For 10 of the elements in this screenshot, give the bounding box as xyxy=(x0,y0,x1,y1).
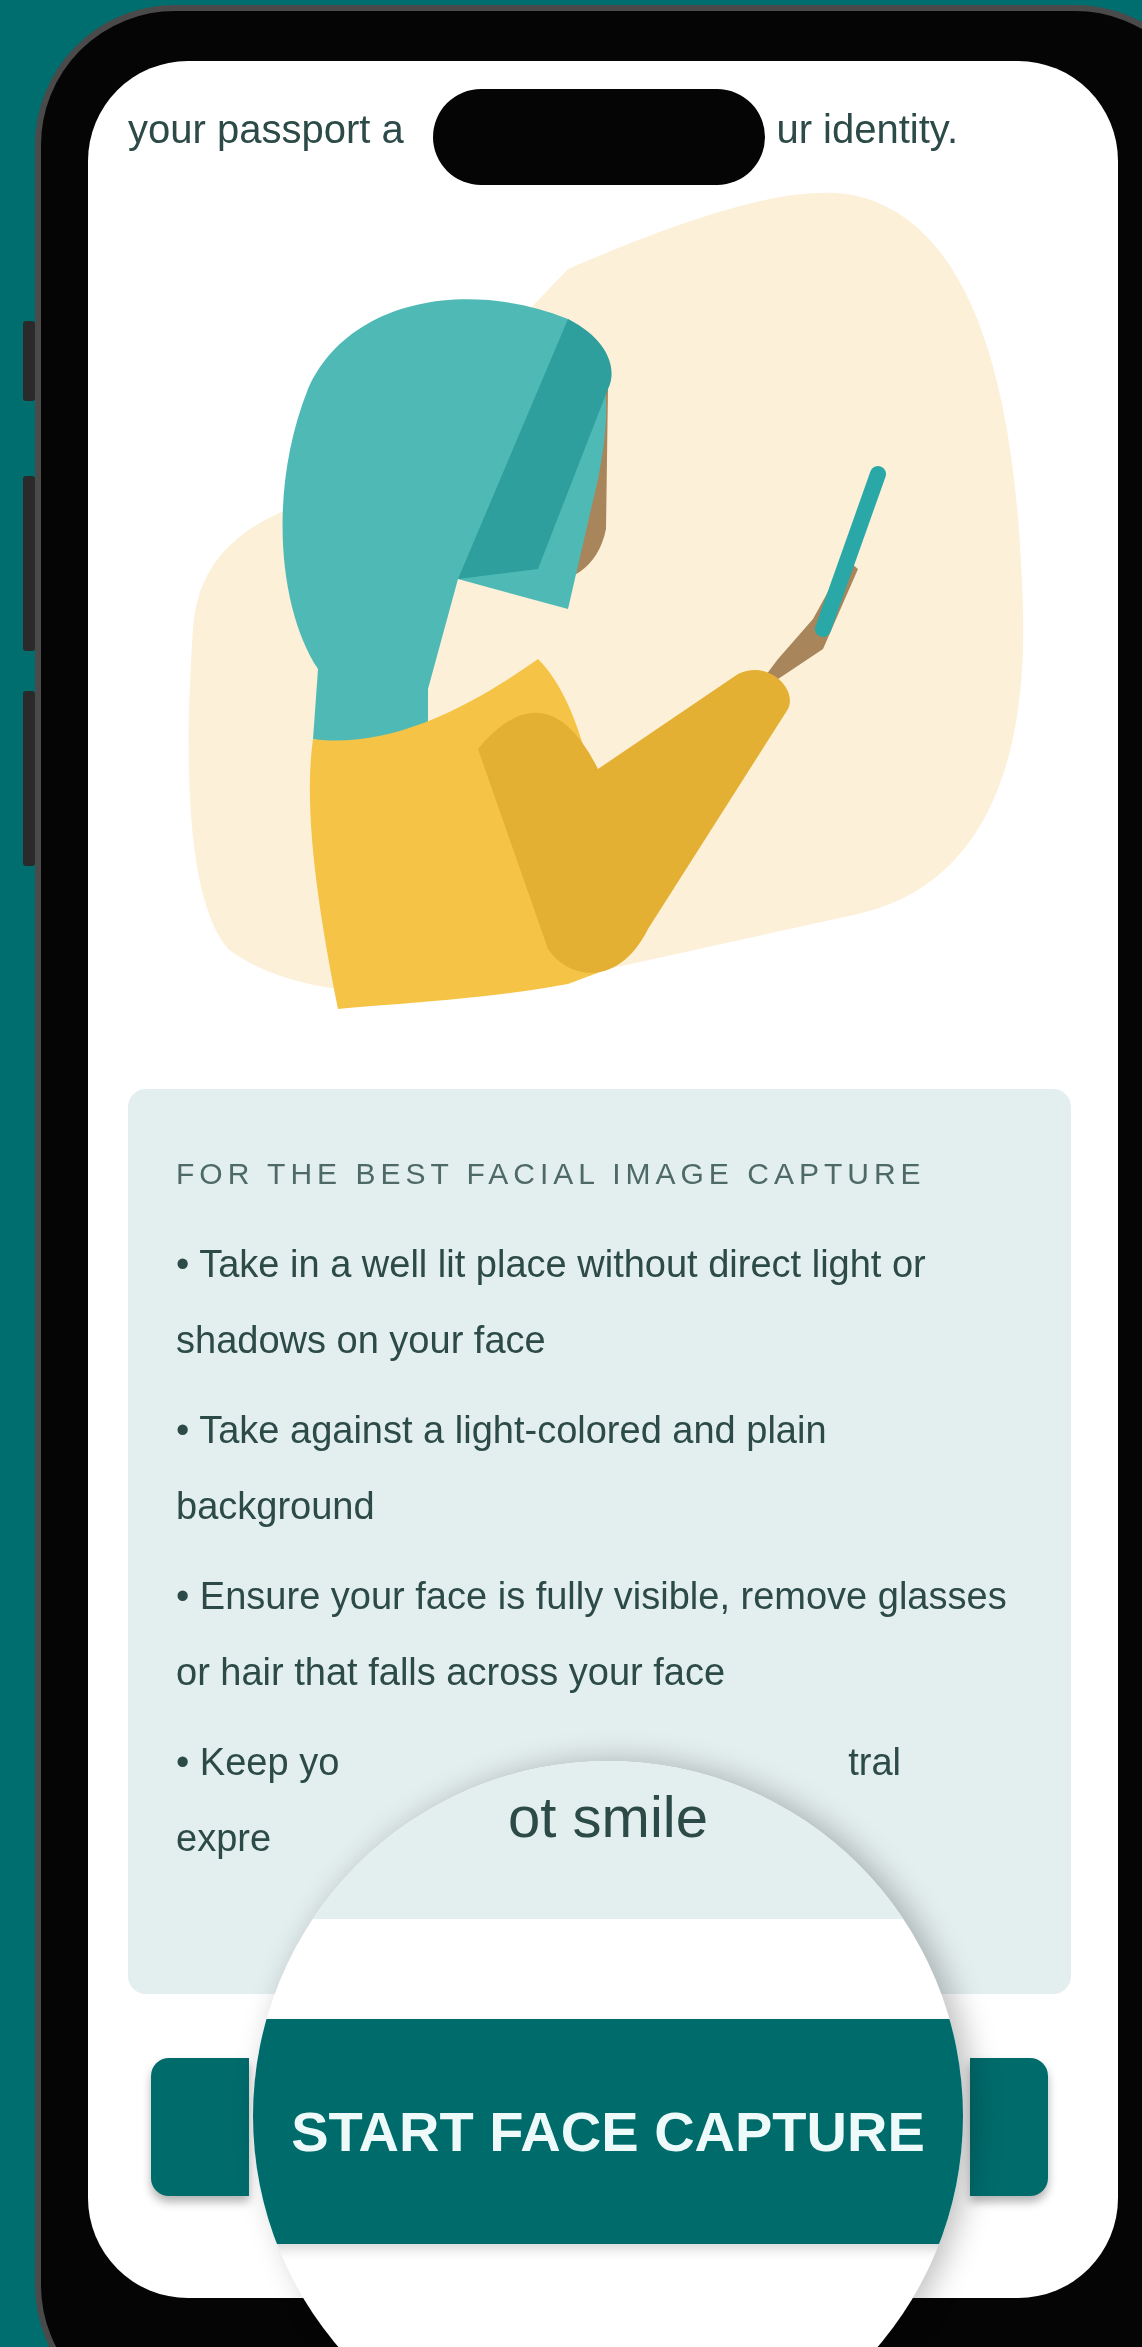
magnified-capture-button[interactable]: START FACE CAPTURE xyxy=(253,2019,963,2244)
tip-text: • Keep yo xyxy=(176,1740,340,1785)
intro-text: your passport a xyxy=(128,106,404,153)
tip-text: tral xyxy=(848,1740,901,1785)
tip-text: • Take in a well lit place without direct light or shadows on your face xyxy=(176,1242,927,1363)
tip-text: • Take against a light-colored and plain background xyxy=(176,1408,828,1529)
magnified-text: ot smile xyxy=(508,1784,708,1849)
intro-text: ur identity. xyxy=(776,106,958,153)
tip-text: expre xyxy=(176,1817,272,1859)
tips-heading: FOR THE BEST FACIAL IMAGE CAPTURE xyxy=(176,1156,927,1192)
